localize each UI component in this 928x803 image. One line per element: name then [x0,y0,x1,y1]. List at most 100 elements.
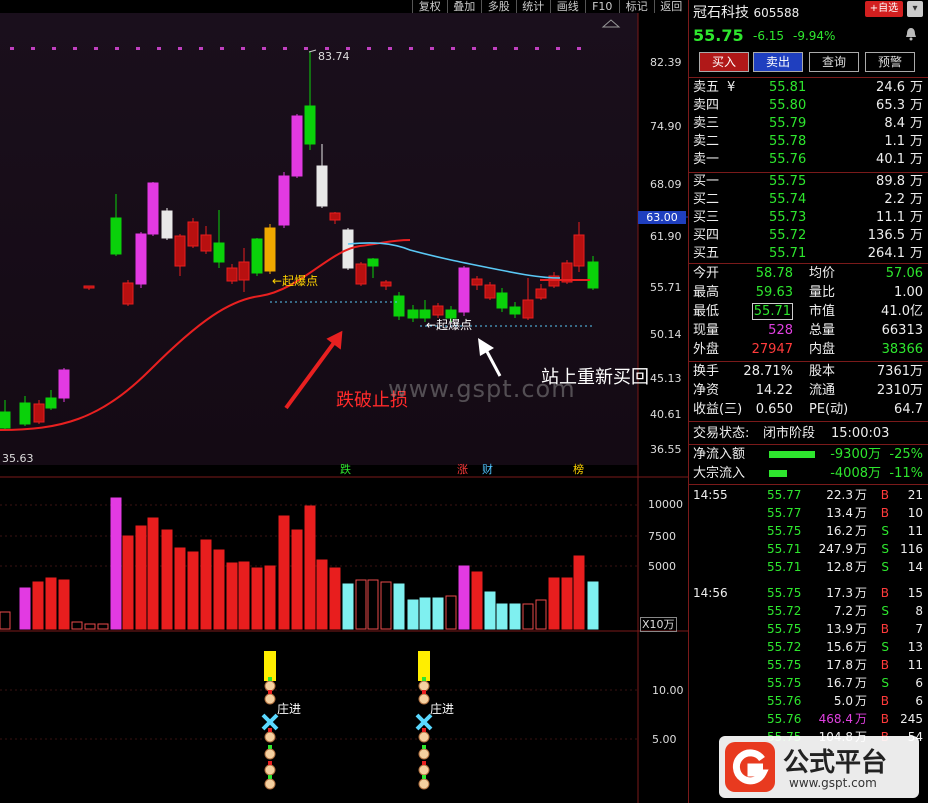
buy-button[interactable]: 买入 [699,52,749,72]
brand-url: www.gspt.com [789,776,877,790]
ask-row-5[interactable]: 卖五 ¥55.81 24.6 万 [689,78,927,97]
last-price: 55.75 [693,26,744,45]
ask-row-3[interactable]: 卖三 55.79 8.4 万 [689,114,927,133]
volume-bar [484,591,496,630]
stats2-row: 收益(三) 0.650 PE(动) 64.7 [693,402,923,417]
stock-title: 冠石科技 605588 [693,5,800,21]
tick-row[interactable]: 55.76 5.0 万 B 6 [689,692,927,710]
bell-icon[interactable] [905,26,917,41]
price-axis-tick-1: 74.90 [650,120,682,133]
flow-row: 净流入额 -9300万 -25% [693,447,923,462]
ind-axis-tick-1: 5.00 [652,733,677,746]
add-favorite-button[interactable]: +自选 [865,1,903,17]
price-axis-tick-3: 61.90 [650,230,682,243]
ask-row-2[interactable]: 卖二 55.78 1.1 万 [689,132,927,151]
toolbar-btn-7[interactable]: 返回 [653,0,689,13]
volume-bar [509,603,521,630]
price-axis-tick-5: 50.14 [650,328,682,341]
volume-bar [200,539,212,630]
zhuangjin-label-1: 庄进 [277,702,302,716]
ask-row-1[interactable]: 卖一 55.76 40.1 万 [689,150,927,169]
tick-row[interactable]: 55.76 468.4 万 B 245 [689,710,927,728]
stats2-row: 净资 14.22 流通 2310万 [693,383,923,398]
flow-row: 大宗流入 -4008万 -11% [693,466,923,481]
volume-bar [329,567,341,630]
toolbar-btn-1[interactable]: 叠加 [446,0,482,13]
candle [355,262,367,286]
volume-bar [251,567,263,630]
moneybag-icon [264,728,276,743]
bid-row-4[interactable]: 买四 55.72 136.5 万 [689,226,927,245]
query-button[interactable]: 查询 [809,52,859,72]
price-axis-tick-2: 68.09 [650,178,682,191]
moneybag-icon [264,775,276,790]
signal-block [418,651,430,681]
stats-row: 外盘 27947 内盘 38366 [693,342,923,357]
moneybag-icon [418,690,430,705]
volume-bar [19,587,31,630]
tick-row[interactable]: 55.72 7.2 万 S 8 [689,602,927,620]
ask-row-4[interactable]: 卖四 55.80 65.3 万 [689,96,927,115]
butterfly-icon [415,713,433,731]
price-axis-tick-8: 36.55 [650,443,682,456]
volume-bar [110,497,122,630]
tick-row[interactable]: 55.75 16.2 万 S 11 [689,522,927,540]
tick-row[interactable]: 55.71 247.9 万 S 116 [689,540,927,558]
volume-bar [561,577,573,630]
toolbar-btn-2[interactable]: 多股 [481,0,516,13]
tick-row[interactable]: 14:55 55.77 22.3 万 B 21 [689,486,927,504]
volume-bar [304,505,316,630]
volume-bar [471,571,483,630]
toolbar-btn-6[interactable]: 标记 [619,0,654,13]
high-price-label: 83.74 [318,50,350,63]
volume-bar [32,581,44,630]
event-marker-die[interactable]: 跌 [340,463,351,476]
candle [251,238,263,276]
dropdown-icon[interactable]: ▾ [907,1,923,17]
tick-row[interactable]: 55.75 13.9 万 B 7 [689,620,927,638]
kline-chart[interactable]: 82.39 74.90 68.09 61.90 55.71 50.14 45.13 40.61… [0,0,688,803]
vol-axis-tick-1: 7500 [648,530,676,543]
volume-bar [174,547,186,630]
toolbar-btn-5[interactable]: F10 [584,0,620,13]
candle [135,232,147,288]
volume-bar [522,603,534,630]
stats-row: 现量 528 总量 66313 [693,323,923,338]
tick-row[interactable]: 55.77 13.4 万 B 10 [689,504,927,522]
alert-button[interactable]: 预警 [865,52,915,72]
bid-row-1[interactable]: 买一 55.75 89.8 万 [689,172,927,191]
price-axis-tick-7: 40.61 [650,408,682,421]
tick-row[interactable]: 55.75 16.7 万 S 6 [689,674,927,692]
volume-bar [393,583,405,630]
volume-bar [278,515,290,630]
sell-button[interactable]: 卖出 [753,52,803,72]
volume-bar [84,623,96,630]
toolbar-btn-0[interactable]: 复权 [412,0,447,13]
volume-bar [45,577,57,630]
volume-bar [147,517,159,630]
toolbar-btn-4[interactable]: 画线 [550,0,585,13]
event-marker-zhang[interactable]: 涨 [457,463,468,476]
tick-row[interactable]: 55.72 15.6 万 S 13 [689,638,927,656]
tick-row[interactable]: 14:56 55.75 17.3 万 B 15 [689,584,927,602]
low-price-label: 35.63 [2,452,34,465]
signal-block [264,651,276,681]
event-marker-bang[interactable]: 榜 [573,463,584,476]
volume-bar [458,565,470,630]
vol-axis-tick-0: 10000 [648,498,683,511]
tick-row[interactable]: 55.71 12.8 万 S 14 [689,558,927,576]
candle [278,172,290,228]
event-marker-cai[interactable]: 财 [482,463,493,476]
bid-row-3[interactable]: 买三 55.73 11.1 万 [689,208,927,227]
bid-row-2[interactable]: 买二 55.74 2.2 万 [689,190,927,209]
candle [58,368,70,402]
volume-bar [380,581,392,630]
brand-name: 公式平台 [783,748,888,778]
bid-row-5[interactable]: 买五 55.71 264.1 万 [689,244,927,263]
moneybag-icon [264,761,276,776]
crosshair-price-tag: 63.00 [638,211,686,224]
stats-row: 最低 55.71 市值 41.0亿 [693,303,923,320]
volume-bar [355,579,367,630]
tick-row[interactable]: 55.75 17.8 万 B 11 [689,656,927,674]
toolbar-btn-3[interactable]: 统计 [515,0,551,13]
